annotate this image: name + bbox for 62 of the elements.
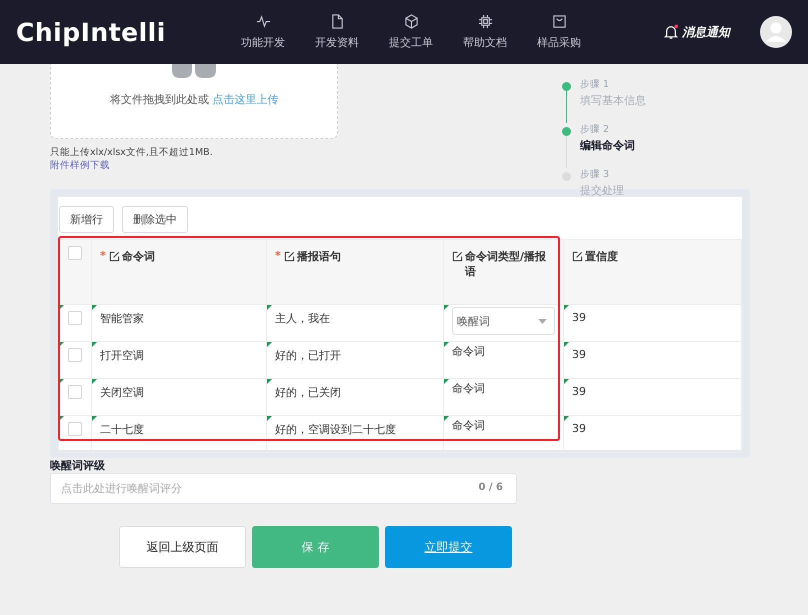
- type-dropdown[interactable]: 唤醒词: [452, 307, 555, 335]
- table-cell: 好的，已关闭: [275, 386, 341, 399]
- bell-icon[interactable]: [664, 24, 678, 40]
- nav-item[interactable]: 功能开发: [226, 14, 300, 50]
- column-header: 命令词类型/播报语: [444, 240, 564, 304]
- row-checkbox[interactable]: [68, 385, 82, 399]
- upload-hint: 只能上传xlx/xlsx文件,且不超过1MB.: [50, 146, 214, 159]
- action-button[interactable]: 返回上级页面: [119, 526, 246, 568]
- column-header: * 命令词: [92, 240, 266, 304]
- table-cell: 主人，我在: [275, 312, 330, 325]
- toolbar-button[interactable]: 删除选中: [122, 206, 188, 233]
- bag-icon: [552, 14, 566, 29]
- nav-item[interactable]: 样品采购: [522, 14, 596, 50]
- toolbar-button[interactable]: 新增行: [59, 206, 114, 233]
- table-cell: 二十七度: [100, 423, 144, 436]
- avatar-icon[interactable]: [760, 16, 792, 48]
- table-cell: 命令词: [452, 382, 485, 395]
- step-title: 编辑命令词: [580, 138, 635, 153]
- table-cell: 命令词: [452, 345, 485, 358]
- table-cell: 39: [572, 385, 586, 398]
- sample-download-link[interactable]: 附件样例下载: [50, 159, 338, 172]
- upload-icon: [172, 64, 216, 78]
- rating-label: 唤醒词评级: [50, 458, 106, 473]
- cube-icon: [404, 14, 418, 29]
- step-number: 步骤 3: [580, 168, 610, 181]
- table-cell: 好的，已打开: [275, 349, 341, 362]
- edit-icon: [284, 251, 295, 262]
- column-header: * 播报语句: [266, 240, 444, 304]
- step-title: 填写基本信息: [580, 93, 646, 108]
- table-cell: 打开空调: [100, 349, 144, 362]
- table-cell: 39: [572, 422, 586, 435]
- edit-icon: [572, 251, 583, 262]
- caret-icon: [538, 318, 547, 324]
- step-number: 步骤 2: [580, 123, 610, 136]
- nav-item[interactable]: 开发资料: [300, 14, 374, 50]
- step-number: 步骤 1: [580, 78, 610, 91]
- table-cell: 39: [572, 311, 586, 324]
- nav-item[interactable]: 提交工单: [374, 14, 448, 50]
- nav-item[interactable]: 帮助文档: [448, 14, 522, 50]
- logo[interactable]: ChipIntelli: [16, 18, 226, 46]
- table-cell: 39: [572, 348, 586, 361]
- pulse-icon: [256, 14, 270, 29]
- upload-prompt: 将文件拖拽到此处或 点击这里上传: [110, 92, 278, 107]
- upload-dropzone[interactable]: 将文件拖拽到此处或 点击这里上传: [50, 64, 338, 139]
- step-title: 提交处理: [580, 183, 624, 198]
- character-count: 0 / 6: [478, 482, 503, 493]
- select-all-checkbox[interactable]: [68, 246, 82, 260]
- table-cell: 命令词: [452, 419, 485, 432]
- edit-icon: [452, 251, 463, 262]
- chip-icon: [478, 14, 492, 29]
- required-mark: *: [100, 249, 106, 262]
- notification-label[interactable]: 消息通知: [682, 24, 730, 40]
- edit-icon: [108, 251, 120, 262]
- row-checkbox[interactable]: [68, 311, 82, 325]
- column-header: 置信度: [564, 240, 742, 304]
- row-checkbox[interactable]: [68, 422, 82, 436]
- required-mark: *: [275, 249, 281, 262]
- row-checkbox[interactable]: [68, 348, 82, 362]
- table-cell: 好的，空调设到二十七度: [275, 423, 396, 436]
- table-cell: 关闭空调: [100, 386, 144, 399]
- table-cell: 智能管家: [100, 312, 144, 325]
- document-icon: [330, 14, 344, 29]
